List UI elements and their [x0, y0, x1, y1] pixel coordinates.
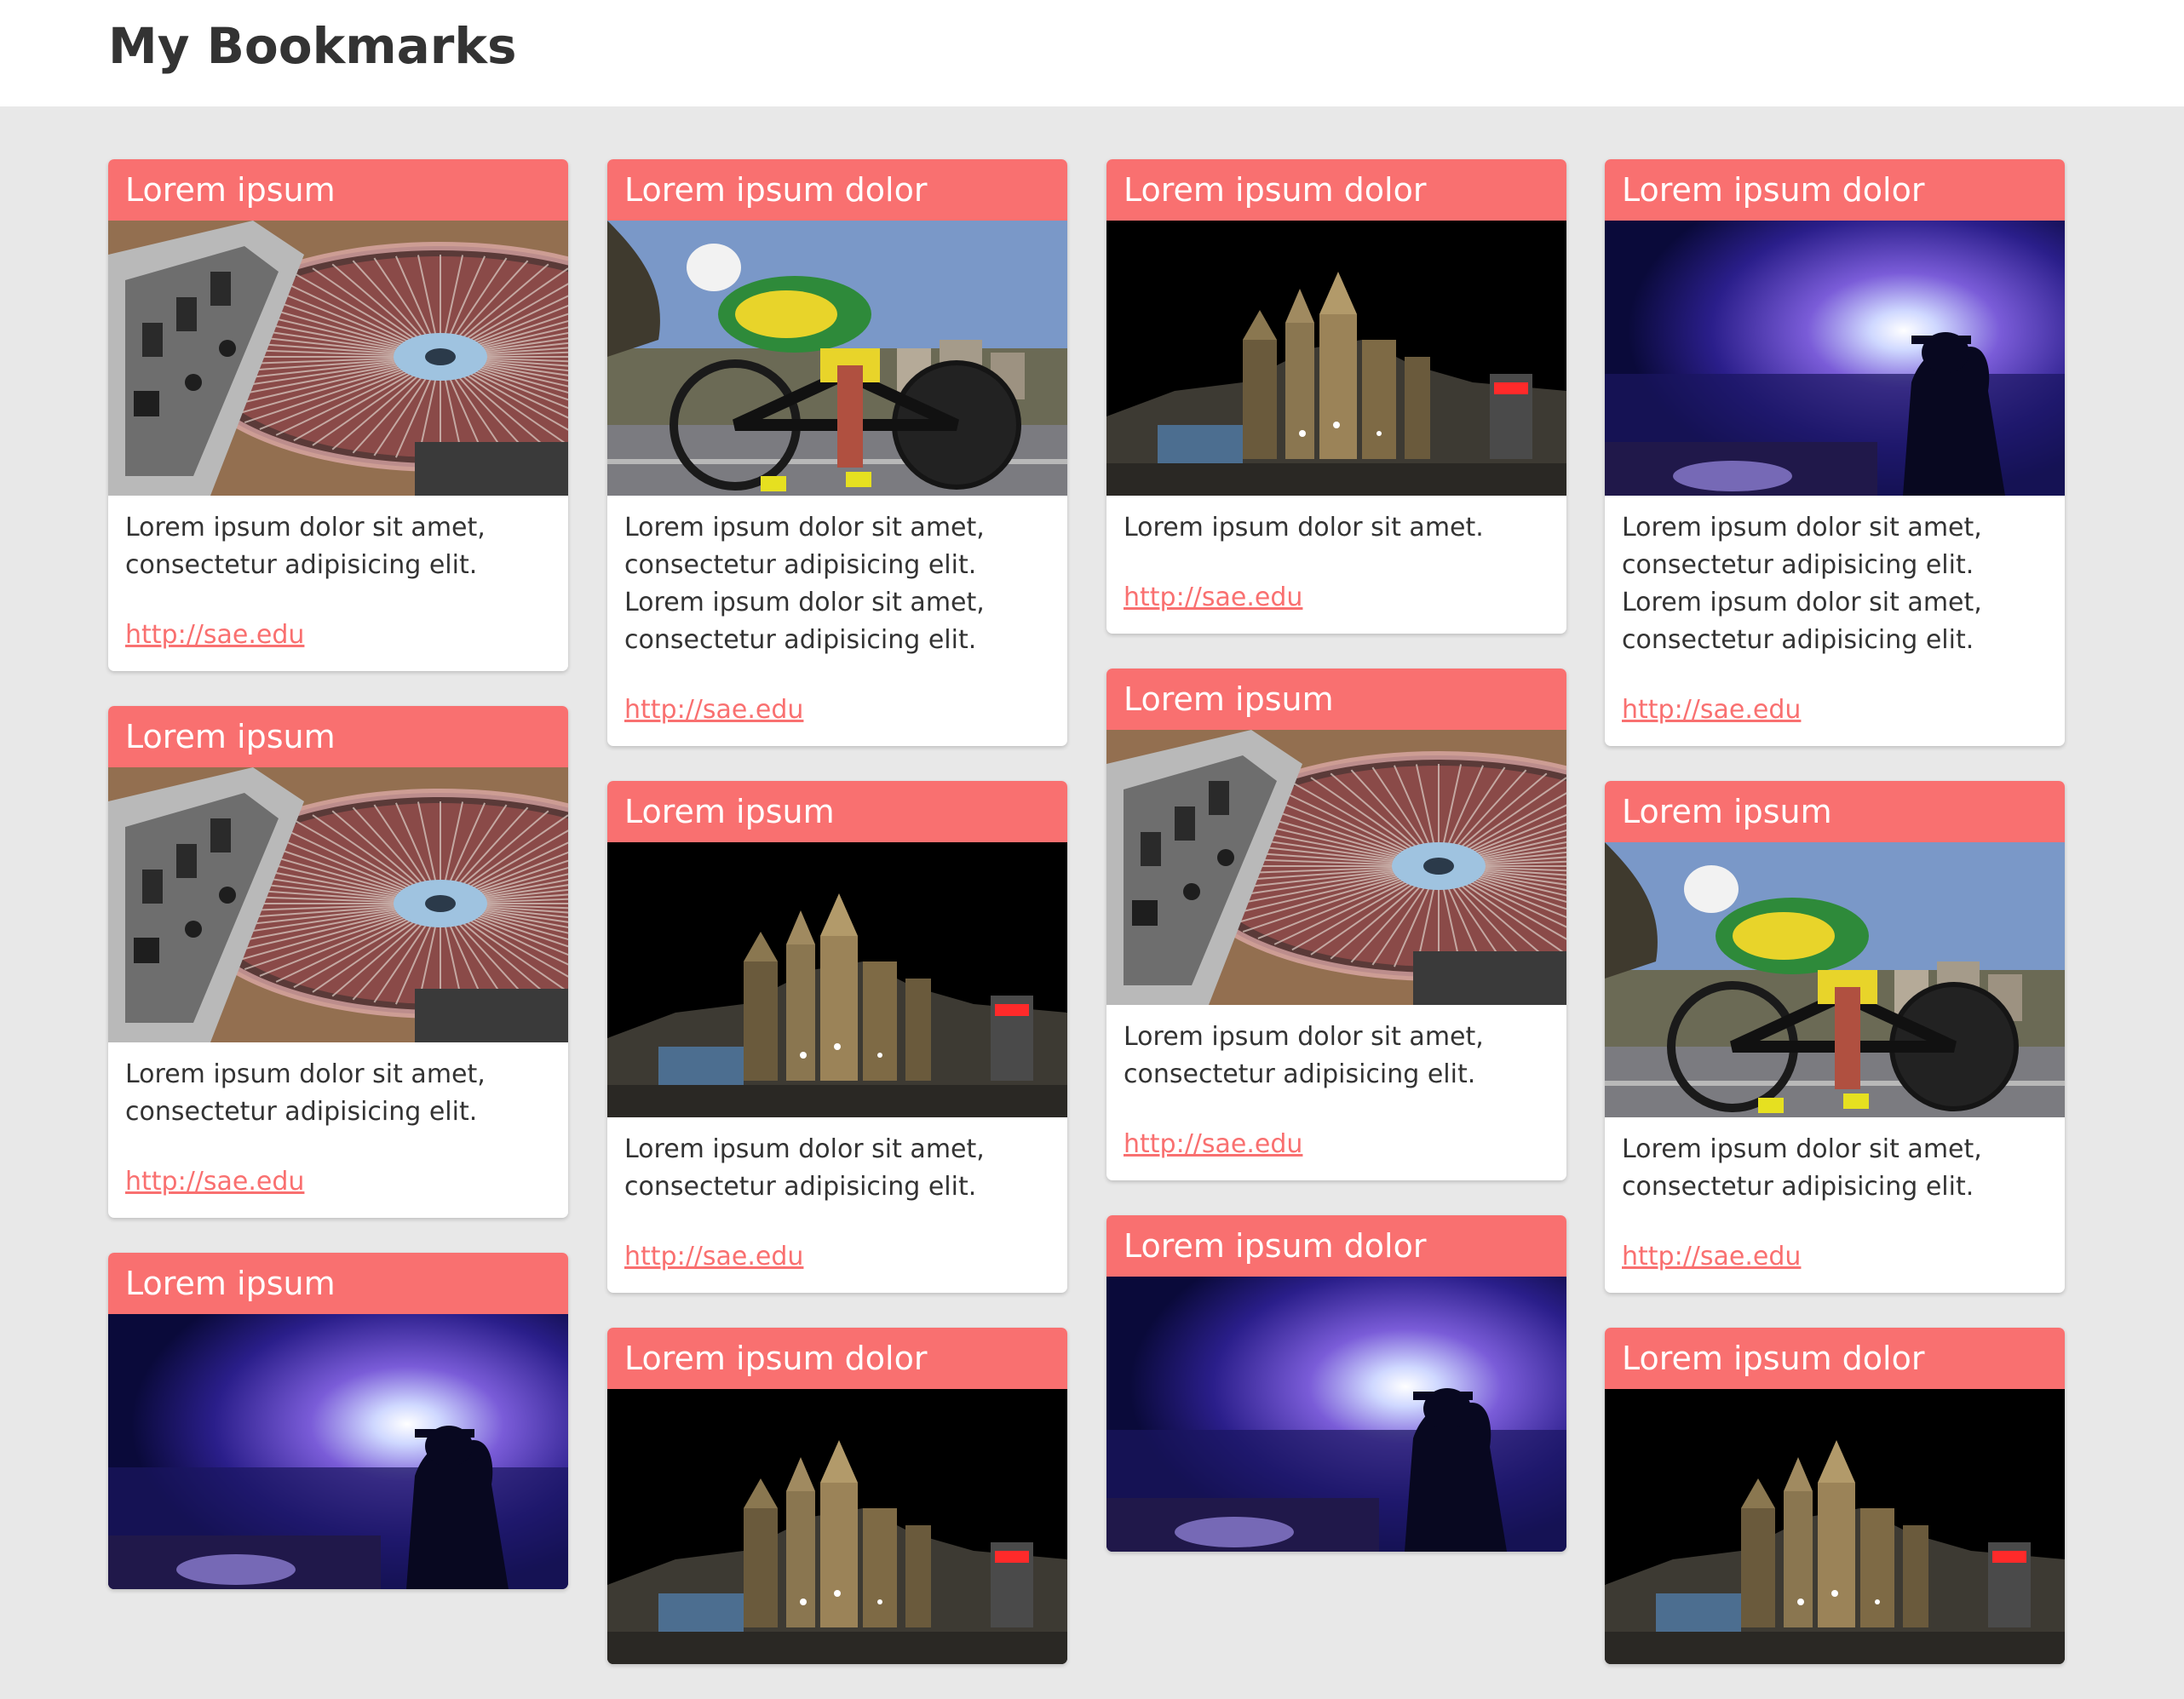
card-link[interactable]: http://sae.edu — [125, 1167, 304, 1197]
card-title: Lorem ipsum — [607, 781, 1067, 842]
card-title: Lorem ipsum — [108, 1253, 568, 1314]
card-description: Lorem ipsum dolor sit amet, consectetur … — [1622, 513, 1982, 655]
city-night-image — [607, 842, 1067, 1117]
card-description: Lorem ipsum dolor sit amet, consectetur … — [1124, 1022, 1484, 1089]
card-body: Lorem ipsum dolor sit amet, consectetur … — [607, 496, 1067, 746]
card-title: Lorem ipsum dolor — [1106, 159, 1566, 221]
turntable-image — [1106, 730, 1566, 1005]
card-body: Lorem ipsum dolor sit amet. http://sae.e… — [1106, 496, 1566, 634]
bookmark-card[interactable]: Lorem ipsum dolor — [1605, 1328, 2065, 1664]
card-body: Lorem ipsum dolor sit amet, consectetur … — [1605, 496, 2065, 746]
bookmark-card[interactable]: Lorem ipsum Lorem ipsum dolor sit amet, … — [108, 159, 568, 671]
card-body: Lorem ipsum dolor sit amet, consectetur … — [108, 1042, 568, 1218]
bookmark-card[interactable]: Lorem ipsum Lorem ipsum dolor sit amet, … — [1605, 781, 2065, 1293]
card-title: Lorem ipsum — [108, 159, 568, 221]
card-title: Lorem ipsum dolor — [607, 159, 1067, 221]
card-title: Lorem ipsum dolor — [1605, 159, 2065, 221]
city-night-image — [1106, 221, 1566, 496]
bookmark-column-4: Lorem ipsum dolor Lorem ipsum dolor sit … — [1605, 159, 2065, 1699]
turntable-image — [108, 767, 568, 1042]
bookmark-card[interactable]: Lorem ipsum dolor Lorem ipsum dolor sit … — [1106, 159, 1566, 634]
card-title: Lorem ipsum — [1106, 669, 1566, 730]
card-title: Lorem ipsum — [108, 706, 568, 767]
concert-image — [1106, 1277, 1566, 1552]
concert-image — [108, 1314, 568, 1589]
bookmark-card[interactable]: Lorem ipsum dolor Lorem ipsum dolor sit … — [607, 159, 1067, 746]
card-description: Lorem ipsum dolor sit amet, consectetur … — [125, 1059, 486, 1127]
bookmark-column-1: Lorem ipsum Lorem ipsum dolor sit amet, … — [108, 159, 568, 1624]
card-description: Lorem ipsum dolor sit amet, consectetur … — [1622, 1134, 1982, 1202]
bookmark-card[interactable]: Lorem ipsum dolor — [607, 1328, 1067, 1664]
card-body: Lorem ipsum dolor sit amet, consectetur … — [108, 496, 568, 671]
bookmark-card[interactable]: Lorem ipsum — [108, 1253, 568, 1589]
card-body: Lorem ipsum dolor sit amet, consectetur … — [1106, 1005, 1566, 1180]
city-night-image — [1605, 1389, 2065, 1664]
card-description: Lorem ipsum dolor sit amet, consectetur … — [624, 1134, 985, 1202]
card-title: Lorem ipsum dolor — [1106, 1215, 1566, 1277]
bookmark-card[interactable]: Lorem ipsum Lorem ipsum dolor sit amet, … — [108, 706, 568, 1218]
card-link[interactable]: http://sae.edu — [624, 1242, 803, 1271]
city-night-image — [607, 1389, 1067, 1664]
card-title: Lorem ipsum dolor — [607, 1328, 1067, 1389]
card-body: Lorem ipsum dolor sit amet, consectetur … — [1605, 1117, 2065, 1293]
card-link[interactable]: http://sae.edu — [624, 695, 803, 725]
card-link[interactable]: http://sae.edu — [1622, 1242, 1801, 1271]
bookmark-card[interactable]: Lorem ipsum Lorem ipsum dolor sit amet, … — [1106, 669, 1566, 1180]
concert-image — [1605, 221, 2065, 496]
cyclist-image — [607, 221, 1067, 496]
card-body: Lorem ipsum dolor sit amet, consectetur … — [607, 1117, 1067, 1293]
card-description: Lorem ipsum dolor sit amet, consectetur … — [624, 513, 985, 655]
card-description: Lorem ipsum dolor sit amet. — [1124, 513, 1484, 542]
card-description: Lorem ipsum dolor sit amet, consectetur … — [125, 513, 486, 580]
card-title: Lorem ipsum — [1605, 781, 2065, 842]
cyclist-image — [1605, 842, 2065, 1117]
page-title: My Bookmarks — [108, 17, 517, 75]
card-link[interactable]: http://sae.edu — [1124, 583, 1302, 612]
bookmark-column-2: Lorem ipsum dolor Lorem ipsum dolor sit … — [607, 159, 1067, 1699]
bookmark-card[interactable]: Lorem ipsum dolor Lorem ipsum dolor sit … — [1605, 159, 2065, 746]
card-link[interactable]: http://sae.edu — [125, 620, 304, 650]
bookmark-card[interactable]: Lorem ipsum dolor — [1106, 1215, 1566, 1552]
card-link[interactable]: http://sae.edu — [1622, 695, 1801, 725]
bookmark-card[interactable]: Lorem ipsum Lorem ipsum dolor sit amet, … — [607, 781, 1067, 1293]
bookmark-column-3: Lorem ipsum dolor Lorem ipsum dolor sit … — [1106, 159, 1566, 1587]
turntable-image — [108, 221, 568, 496]
card-title: Lorem ipsum dolor — [1605, 1328, 2065, 1389]
page-header: My Bookmarks — [0, 0, 2184, 106]
card-link[interactable]: http://sae.edu — [1124, 1129, 1302, 1159]
